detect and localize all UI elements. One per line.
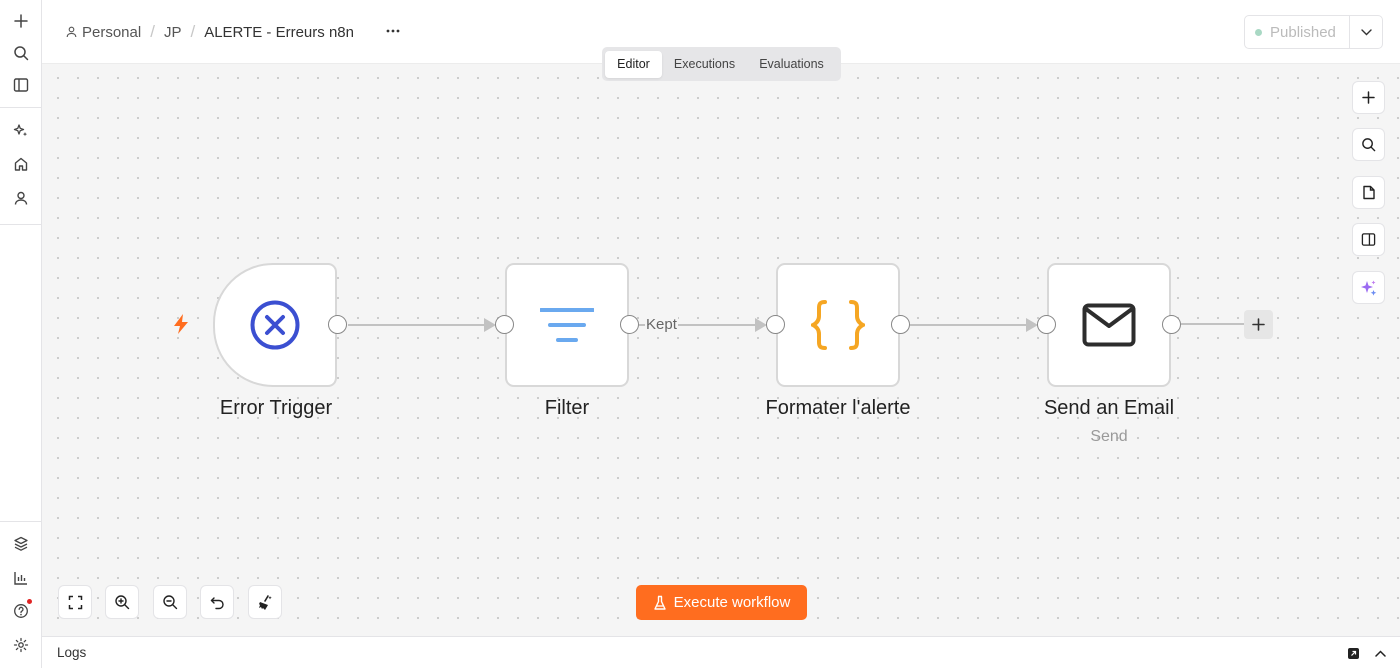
zoom-out-icon <box>163 595 178 610</box>
fullscreen-icon <box>68 595 82 609</box>
node-label-formater-alerte: Formater l'alerte <box>765 397 911 419</box>
plus-icon <box>1362 91 1375 104</box>
trigger-bolt-icon <box>172 313 191 340</box>
add-node-panel-button[interactable] <box>1352 81 1385 114</box>
note-icon <box>1362 185 1375 200</box>
search-icon <box>1362 138 1376 152</box>
error-x-icon <box>250 300 300 350</box>
connections-layer <box>348 318 1244 332</box>
node-subtitle-send-email: Send <box>1090 428 1128 445</box>
output-handle[interactable] <box>328 315 347 334</box>
ai-assistant-button[interactable] <box>1352 271 1385 304</box>
search-nodes-button[interactable] <box>1352 128 1385 161</box>
undo-icon <box>210 596 224 609</box>
execute-workflow-button[interactable]: Execute workflow <box>636 585 807 620</box>
node-formater-alerte[interactable] <box>776 263 900 387</box>
filter-icon <box>540 308 594 342</box>
input-handle[interactable] <box>495 315 514 334</box>
input-handle[interactable] <box>766 315 785 334</box>
output-handle[interactable] <box>891 315 910 334</box>
fit-view-button[interactable] <box>58 585 92 619</box>
node-label-send-email: Send an Email <box>1043 397 1175 419</box>
logs-label: Logs <box>57 645 87 660</box>
plus-icon <box>1252 318 1265 331</box>
output-handle[interactable] <box>620 315 639 334</box>
node-error-trigger[interactable] <box>213 263 337 387</box>
broom-icon <box>258 594 272 610</box>
output-handle[interactable] <box>1162 315 1181 334</box>
logs-bar[interactable]: Logs <box>42 636 1400 668</box>
code-braces-icon <box>811 300 865 350</box>
envelope-icon <box>1082 303 1136 347</box>
zoom-in-button[interactable] <box>105 585 139 619</box>
edge-label-kept: Kept <box>645 316 678 333</box>
node-label-filter: Filter <box>544 397 590 419</box>
pop-out-icon[interactable] <box>1344 644 1362 662</box>
node-send-email[interactable] <box>1047 263 1171 387</box>
panel-icon <box>1361 233 1376 246</box>
node-filter[interactable] <box>505 263 629 387</box>
zoom-in-icon <box>115 595 130 610</box>
sticky-note-button[interactable] <box>1352 176 1385 209</box>
toggle-panel-button[interactable] <box>1352 223 1385 256</box>
tidy-up-button[interactable] <box>248 585 282 619</box>
ai-sparkle-icon <box>1360 280 1376 296</box>
input-handle[interactable] <box>1037 315 1056 334</box>
zoom-out-button[interactable] <box>153 585 187 619</box>
flask-icon <box>653 595 666 610</box>
add-node-button[interactable] <box>1244 310 1273 339</box>
chevron-up-icon[interactable] <box>1371 644 1389 662</box>
execute-workflow-label: Execute workflow <box>673 594 791 611</box>
node-label-error-trigger: Error Trigger <box>219 397 333 419</box>
reset-zoom-button[interactable] <box>200 585 234 619</box>
